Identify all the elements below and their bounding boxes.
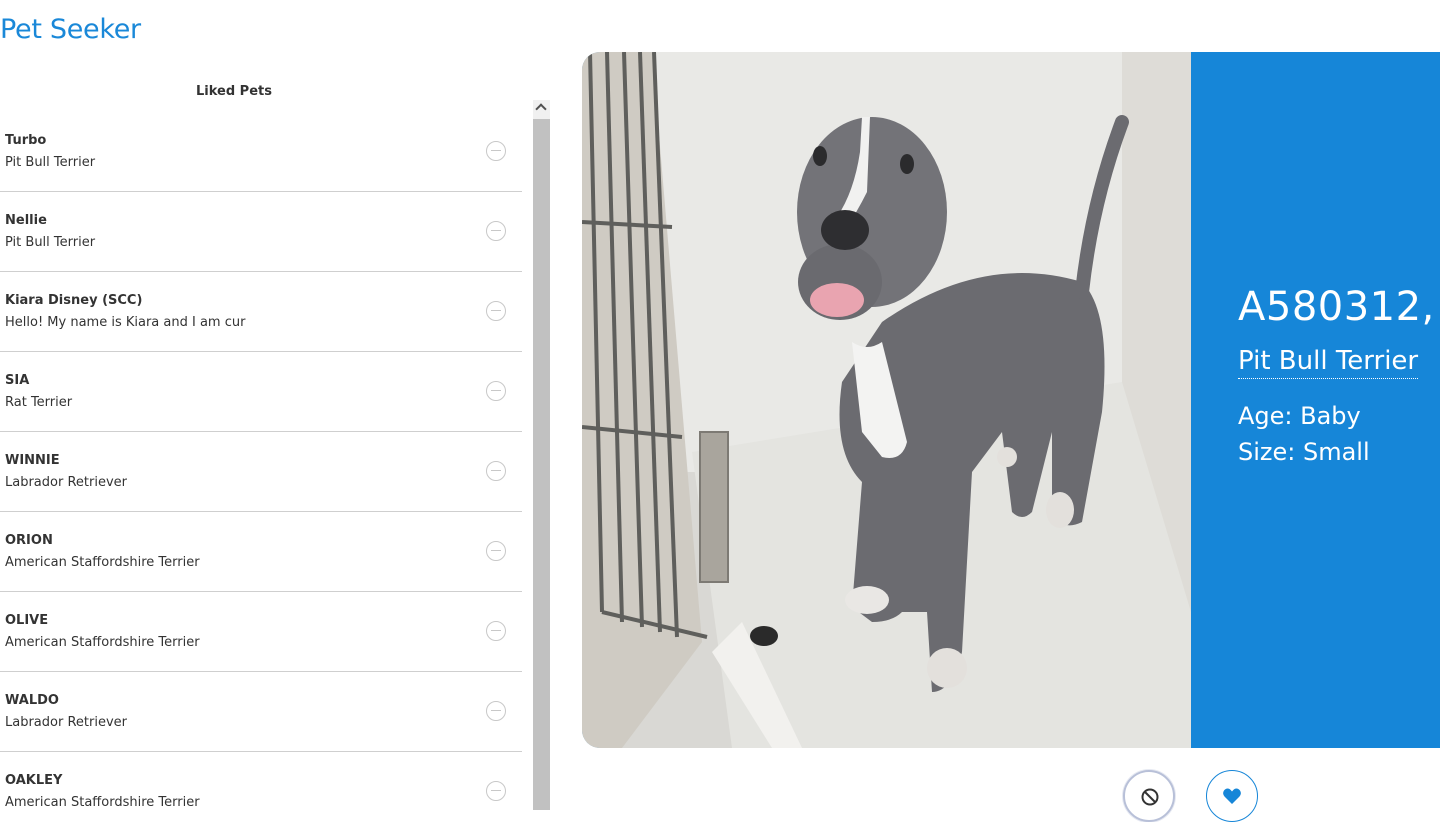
pet-card: A580312, Pit Bull Terrier Age: Baby Size… xyxy=(582,52,1440,748)
like-button[interactable] xyxy=(1206,770,1258,822)
liked-pet-name: Nellie xyxy=(5,213,47,228)
app-title: Pet Seeker xyxy=(0,14,141,45)
pet-size: Size: Small xyxy=(1238,438,1370,466)
liked-pet-description: Labrador Retriever xyxy=(5,475,127,490)
liked-pet-name: SIA xyxy=(5,373,30,388)
liked-pets-heading: Liked Pets xyxy=(196,84,272,99)
liked-pet-description: American Staffordshire Terrier xyxy=(5,795,200,810)
pet-photo xyxy=(582,52,1191,748)
liked-pet-item[interactable]: ORION American Staffordshire Terrier xyxy=(0,512,522,592)
liked-pet-item[interactable]: Turbo Pit Bull Terrier xyxy=(0,112,522,192)
pet-age: Age: Baby xyxy=(1238,402,1361,430)
remove-liked-pet-button[interactable] xyxy=(486,621,506,641)
liked-pet-item[interactable]: Nellie Pit Bull Terrier xyxy=(0,192,522,272)
liked-pet-description: American Staffordshire Terrier xyxy=(5,635,200,650)
remove-liked-pet-button[interactable] xyxy=(486,461,506,481)
liked-pet-name: OLIVE xyxy=(5,613,49,628)
reject-button[interactable] xyxy=(1123,770,1175,822)
liked-pet-item[interactable]: Kiara Disney (SCC) Hello! My name is Kia… xyxy=(0,272,522,352)
heart-icon xyxy=(1223,788,1241,804)
liked-pet-item[interactable]: SIA Rat Terrier xyxy=(0,352,522,432)
liked-pets-panel: Liked Pets Turbo Pit Bull Terrier Nellie… xyxy=(0,78,552,810)
remove-liked-pet-button[interactable] xyxy=(486,381,506,401)
liked-pet-name: WALDO xyxy=(5,693,59,708)
liked-pet-item[interactable]: OAKLEY American Staffordshire Terrier xyxy=(0,752,522,810)
scroll-up-arrow-icon[interactable] xyxy=(533,100,550,117)
remove-liked-pet-button[interactable] xyxy=(486,781,506,801)
remove-liked-pet-button[interactable] xyxy=(486,141,506,161)
liked-pet-description: Pit Bull Terrier xyxy=(5,155,96,170)
scrollbar-thumb[interactable] xyxy=(533,119,550,810)
pet-breed: Pit Bull Terrier xyxy=(1238,346,1419,379)
liked-pet-name: ORION xyxy=(5,533,53,548)
remove-liked-pet-button[interactable] xyxy=(486,541,506,561)
liked-pet-description: American Staffordshire Terrier xyxy=(5,555,200,570)
liked-pet-description: Pit Bull Terrier xyxy=(5,235,96,250)
pet-id: A580312, xyxy=(1238,284,1435,330)
liked-pet-item[interactable]: OLIVE American Staffordshire Terrier xyxy=(0,592,522,672)
liked-pet-item[interactable]: WALDO Labrador Retriever xyxy=(0,672,522,752)
pet-info-panel: A580312, Pit Bull Terrier Age: Baby Size… xyxy=(1191,52,1440,748)
remove-liked-pet-button[interactable] xyxy=(486,701,506,721)
ban-icon xyxy=(1141,788,1159,806)
liked-pet-name: Turbo xyxy=(5,133,47,148)
remove-liked-pet-button[interactable] xyxy=(486,301,506,321)
liked-pet-description: Rat Terrier xyxy=(5,395,73,410)
liked-pet-name: Kiara Disney (SCC) xyxy=(5,293,143,308)
liked-pet-item[interactable]: WINNIE Labrador Retriever xyxy=(0,432,522,512)
liked-pet-description: Labrador Retriever xyxy=(5,715,127,730)
liked-pet-name: WINNIE xyxy=(5,453,60,468)
liked-pets-list: Turbo Pit Bull Terrier Nellie Pit Bull T… xyxy=(0,112,522,810)
liked-pet-description: Hello! My name is Kiara and I am cur xyxy=(5,315,246,330)
remove-liked-pet-button[interactable] xyxy=(486,221,506,241)
liked-pet-name: OAKLEY xyxy=(5,773,63,788)
liked-list-scrollbar[interactable] xyxy=(533,100,550,810)
